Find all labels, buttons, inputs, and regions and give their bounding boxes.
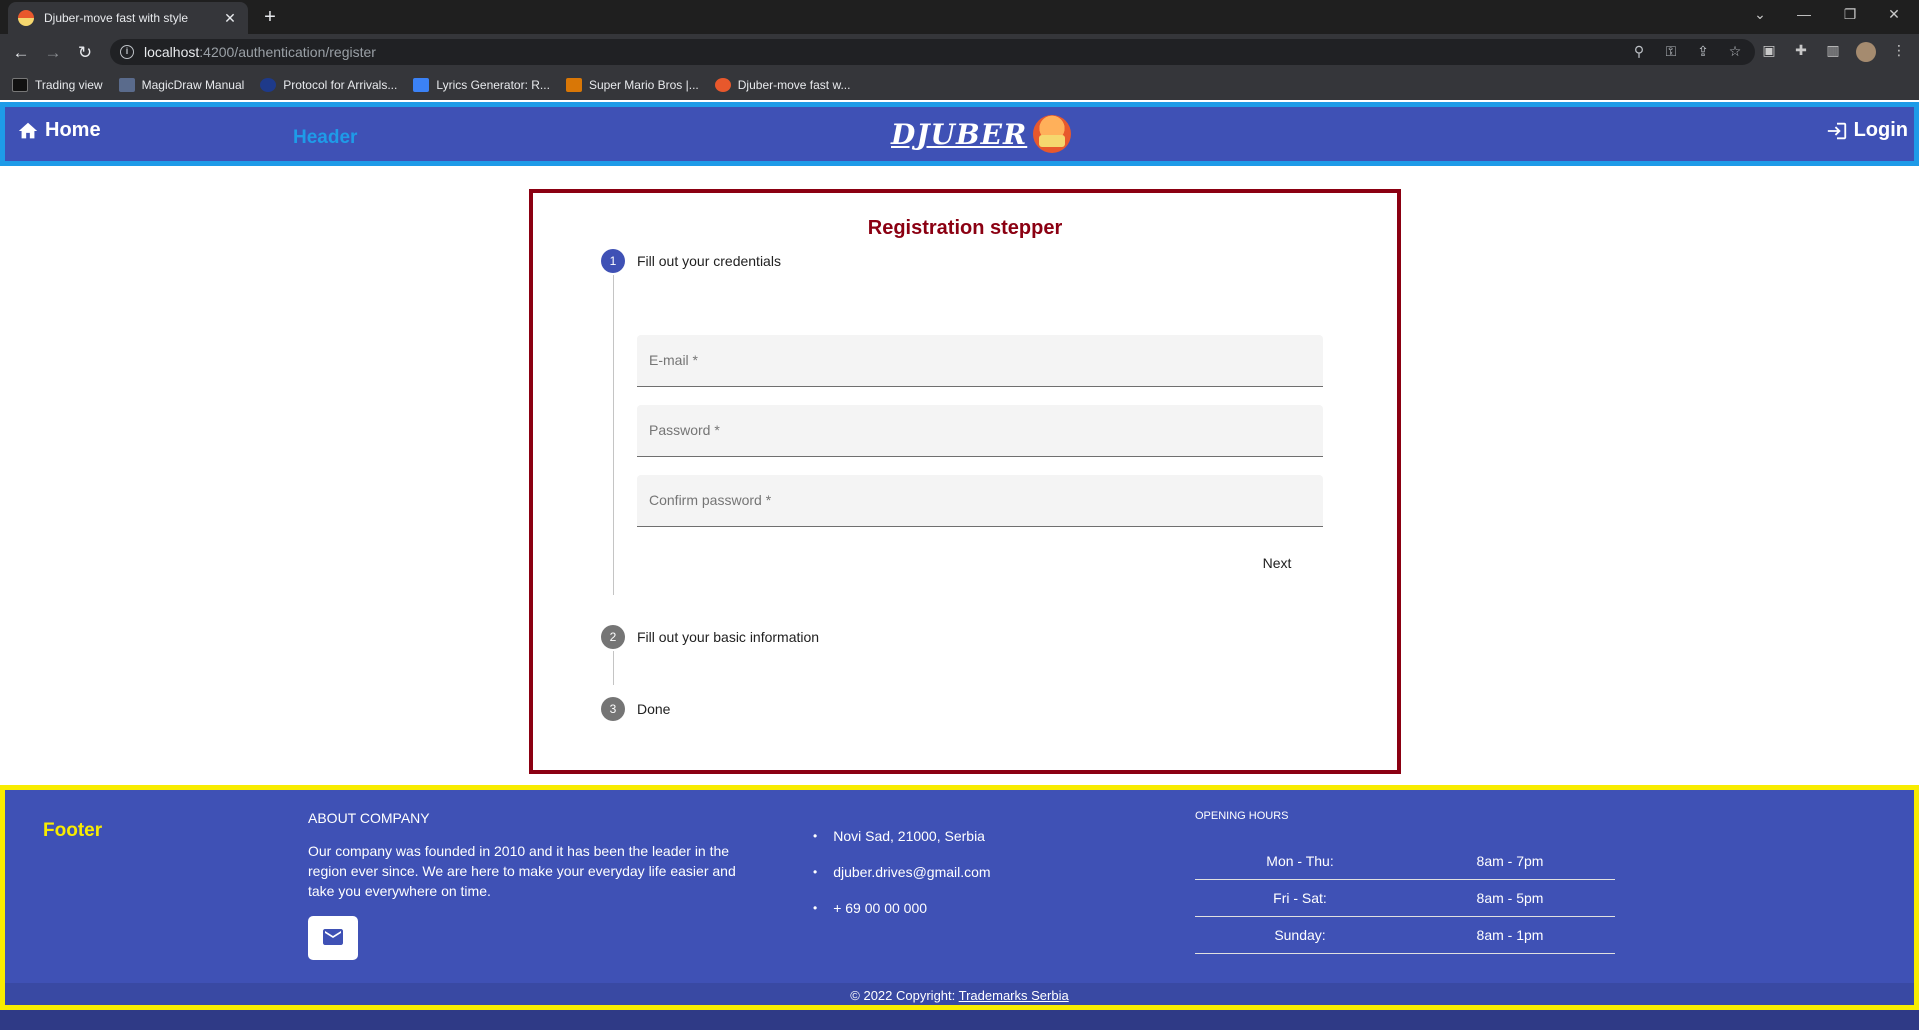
browser-toolbar: ← → ↻ i localhost:4200/authentication/re… xyxy=(0,34,1919,70)
stepper-title: Registration stepper xyxy=(867,217,1063,239)
bookmark-item[interactable]: Lyrics Generator: R... xyxy=(413,78,550,92)
profile-avatar[interactable] xyxy=(1856,42,1876,62)
bookmark-label: Djuber-move fast w... xyxy=(737,78,851,92)
table-row: Mon - Thu: 8am - 7pm xyxy=(1195,843,1615,880)
close-tab-icon[interactable]: ✕ xyxy=(222,10,238,27)
contact-phone: + 69 00 00 000 xyxy=(813,890,991,926)
site-info-icon[interactable]: i xyxy=(120,45,134,59)
hours-day: Mon - Thu: xyxy=(1266,853,1334,869)
registration-stepper: Registration stepper 1 Fill out your cre… xyxy=(529,189,1401,774)
about-company-text: Our company was founded in 2010 and it h… xyxy=(308,843,736,899)
bookmark-label: Trading view xyxy=(35,78,103,92)
restore-button[interactable]: ❐ xyxy=(1836,6,1864,23)
url-path: :4200/authentication/register xyxy=(199,44,376,60)
header-annotation-label: Header xyxy=(293,127,358,148)
magicdraw-icon xyxy=(118,78,135,92)
close-window-button[interactable]: ✕ xyxy=(1880,6,1908,23)
hours-time: 8am - 5pm xyxy=(1476,890,1544,906)
key-icon[interactable]: ⚿ xyxy=(1663,43,1679,60)
location-pin-icon[interactable]: ⚲ xyxy=(1631,43,1647,60)
step-2-label[interactable]: Fill out your basic information xyxy=(637,629,819,645)
hours-time: 8am - 1pm xyxy=(1476,927,1544,943)
password-field-label: Password * xyxy=(649,422,720,438)
footer-annotation-label: Footer xyxy=(43,820,103,841)
page-bottom-strip xyxy=(0,1010,1919,1030)
hours-day: Sunday: xyxy=(1274,927,1326,943)
login-icon xyxy=(1827,122,1846,139)
share-icon[interactable]: ⇪ xyxy=(1695,43,1711,60)
mario-icon xyxy=(565,78,582,92)
copyright-prefix: © 2022 Copyright: xyxy=(850,988,959,1003)
djuber-favicon-icon xyxy=(714,78,731,92)
tradingview-icon xyxy=(12,78,28,92)
browser-tabstrip: Djuber-move fast with style ✕ + ⌄ — ❐ ✕ xyxy=(0,0,1919,34)
hours-time: 8am - 7pm xyxy=(1476,853,1544,869)
bookmark-star-icon[interactable]: ☆ xyxy=(1727,43,1743,60)
opening-hours-table: Mon - Thu: 8am - 7pm Fri - Sat: 8am - 5p… xyxy=(1195,843,1615,954)
hours-day: Fri - Sat: xyxy=(1273,890,1327,906)
step-1-indicator[interactable]: 1 xyxy=(601,249,625,273)
copyright-link[interactable]: Trademarks Serbia xyxy=(959,988,1069,1003)
bookmark-item[interactable]: Djuber-move fast w... xyxy=(714,78,851,92)
bookmark-item[interactable]: Super Mario Bros |... xyxy=(565,78,699,92)
bookmark-label: Lyrics Generator: R... xyxy=(436,78,550,92)
step-connector xyxy=(613,275,614,595)
step-3-indicator[interactable]: 3 xyxy=(601,697,625,721)
bookmark-label: Super Mario Bros |... xyxy=(588,78,699,92)
login-link[interactable]: Login xyxy=(1826,119,1908,142)
opening-hours-title: OPENING HOURS xyxy=(1195,810,1289,822)
menu-kebab-icon[interactable]: ⋮ xyxy=(1890,42,1908,62)
address-bar[interactable]: i localhost:4200/authentication/register… xyxy=(110,39,1755,65)
taxi-car-logo-icon xyxy=(1033,115,1072,153)
bookmark-item[interactable]: Trading view xyxy=(12,78,103,92)
lyrics-generator-icon xyxy=(413,78,430,92)
reload-icon[interactable]: ↻ xyxy=(74,42,96,64)
next-button[interactable]: Next xyxy=(1245,545,1309,581)
email-field-label: E-mail * xyxy=(649,352,699,368)
copyright-text: © 2022 Copyright: Trademarks Serbia xyxy=(5,988,1914,1003)
home-label: Home xyxy=(45,119,101,141)
contact-email: djuber.drives@gmail.com xyxy=(813,854,990,890)
extension-app-icon[interactable]: ▣ xyxy=(1760,42,1778,62)
contact-list: Novi Sad, 21000, Serbia djuber.drives@gm… xyxy=(813,818,991,926)
confirm-password-field[interactable]: Confirm password * xyxy=(637,475,1323,527)
browser-tab[interactable]: Djuber-move fast with style ✕ xyxy=(8,2,248,34)
bookmarks-bar: Trading view MagicDraw Manual Protocol f… xyxy=(0,70,1919,100)
table-row: Sunday: 8am - 1pm xyxy=(1195,917,1615,954)
tab-title: Djuber-move fast with style xyxy=(44,11,189,25)
bookmark-item[interactable]: Protocol for Arrivals... xyxy=(260,78,397,92)
back-arrow-icon[interactable]: ← xyxy=(10,42,32,64)
puzzle-icon[interactable]: ✚ xyxy=(1792,42,1810,62)
about-company-title: ABOUT COMPANY xyxy=(308,810,430,826)
step-2-indicator[interactable]: 2 xyxy=(601,625,625,649)
bookmark-item[interactable]: MagicDraw Manual xyxy=(118,78,245,92)
app-footer: Footer ABOUT COMPANY Our company was fou… xyxy=(0,785,1919,1010)
bookmark-label: MagicDraw Manual xyxy=(141,78,245,92)
bookmark-label: Protocol for Arrivals... xyxy=(283,78,398,92)
email-button[interactable] xyxy=(308,916,358,960)
home-link[interactable]: Home xyxy=(17,119,101,142)
login-label: Login xyxy=(1853,119,1908,141)
home-icon xyxy=(18,122,38,138)
app-header: Home Header DJUBER Login xyxy=(0,102,1919,166)
new-tab-button[interactable]: + xyxy=(258,6,282,29)
password-field[interactable]: Password * xyxy=(637,405,1323,457)
protocol-icon xyxy=(260,78,277,92)
tab-search-icon[interactable]: ⌄ xyxy=(1746,6,1774,23)
step-connector xyxy=(613,651,614,685)
forward-arrow-icon[interactable]: → xyxy=(42,42,64,64)
contact-address: Novi Sad, 21000, Serbia xyxy=(813,818,991,854)
minimize-button[interactable]: — xyxy=(1790,6,1818,22)
brand-logo[interactable]: DJUBER xyxy=(891,115,1072,153)
table-row: Fri - Sat: 8am - 5pm xyxy=(1195,880,1615,917)
url-host: localhost xyxy=(144,44,200,60)
email-field[interactable]: E-mail * xyxy=(637,335,1323,387)
confirm-password-field-label: Confirm password * xyxy=(649,492,772,508)
mail-icon xyxy=(323,929,343,945)
step-3-label[interactable]: Done xyxy=(637,701,670,717)
brand-name: DJUBER xyxy=(891,117,1028,151)
step-1-label[interactable]: Fill out your credentials xyxy=(637,253,781,269)
side-panel-icon[interactable]: ▥ xyxy=(1824,42,1842,62)
djuber-favicon-icon xyxy=(18,10,34,26)
